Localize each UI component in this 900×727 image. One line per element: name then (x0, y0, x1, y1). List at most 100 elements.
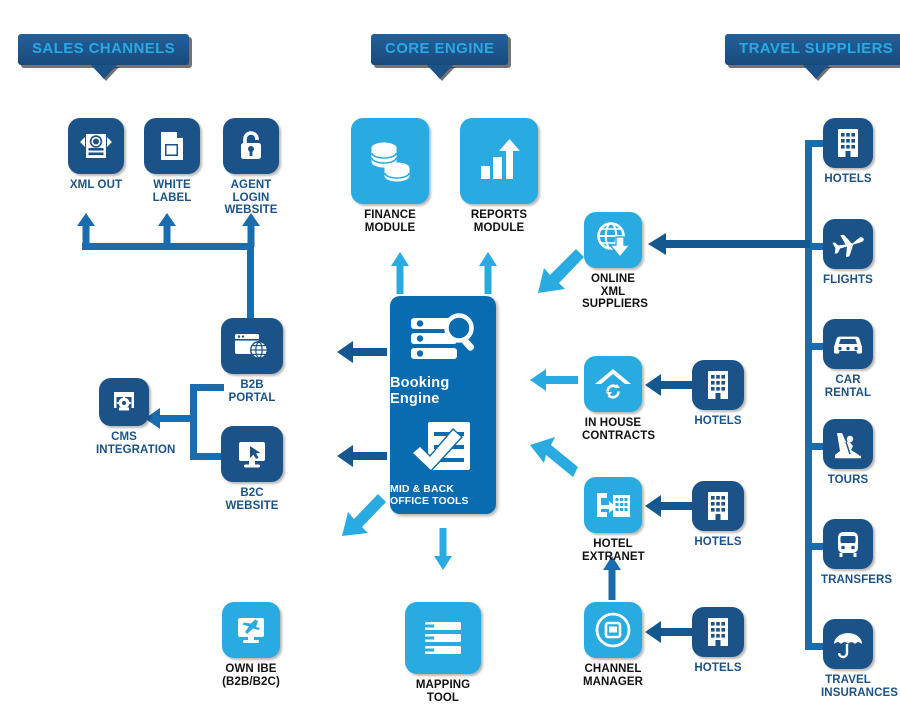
node-label: B2B PORTAL (228, 379, 276, 404)
hotel-building-icon (692, 360, 744, 410)
banner-plate: SALES CHANNELS (18, 34, 190, 79)
airplane-icon (823, 219, 873, 269)
b2b-portal-icon (221, 318, 283, 374)
supplier-car-rental[interactable]: CAR RENTAL (821, 319, 875, 399)
arrow-left-hotels-to-hotel-extranet (645, 495, 693, 517)
node-label: IN HOUSE CONTRACTS (582, 417, 656, 442)
banner-label: SALES CHANNELS (32, 40, 176, 57)
arrow-up-white-label (158, 213, 176, 247)
hotel-building-icon (692, 481, 744, 531)
node-label: ONLINE XML SUPPLIERS (582, 273, 649, 310)
globe-download-icon (584, 212, 642, 268)
architecture-diagram: SALES CHANNELS CORE ENGINE TRAVEL SUPPLI… (0, 0, 900, 727)
umbrella-icon (823, 619, 873, 669)
node-finance-module[interactable]: FINANCE MODULE (348, 118, 432, 234)
arrow-left-suppliers-to-online-xml (648, 233, 810, 255)
server-search-icon (407, 312, 479, 371)
node-label: HOTELS (694, 415, 742, 427)
arrow-up-to-reports-module (479, 252, 497, 294)
arrow-up-to-finance-module (391, 252, 409, 294)
node-label: REPORTS MODULE (470, 209, 528, 234)
tours-icon (823, 419, 873, 469)
hotel-building-icon (692, 607, 744, 657)
arrow-diagonal-down-left-core (342, 494, 386, 536)
banner-core-engine: CORE ENGINE (371, 34, 509, 79)
node-b2c-website[interactable]: B2C WEBSITE (219, 426, 285, 512)
node-label: XML OUT (69, 179, 123, 191)
supplier-tours[interactable]: TOURS (821, 419, 875, 487)
node-label: CMS INTEGRATION (96, 431, 176, 456)
node-label: TRAVEL INSURANCES (821, 674, 899, 699)
node-label: MAPPING TOOL (415, 679, 471, 704)
node-hotel-extranet[interactable]: HOTEL EXTRANET (582, 477, 645, 563)
house-refresh-icon (584, 356, 642, 412)
node-mapping-tool[interactable]: MAPPING TOOL (403, 602, 483, 704)
bus-icon (823, 519, 873, 569)
white-label-icon (144, 118, 200, 174)
connector-cms-bracket-vertical (190, 384, 197, 460)
banner-pointer-icon (426, 65, 453, 79)
finance-coins-icon (351, 118, 429, 204)
node-xml-out[interactable]: XML OUT (66, 118, 126, 192)
back-office-label: MID & BACK OFFICE TOOLS (390, 483, 469, 507)
booking-engine-label: Booking Engine (390, 375, 450, 407)
node-label: HOTEL EXTRANET (582, 538, 645, 563)
channel-manager-icon (584, 602, 642, 658)
node-label: HOTELS (694, 662, 742, 674)
node-hotels-extranet[interactable]: HOTELS (690, 481, 746, 549)
checklist-document-icon (410, 419, 476, 480)
node-label: AGENT LOGIN WEBSITE (224, 179, 278, 216)
node-channel-manager[interactable]: CHANNEL MANAGER (582, 602, 644, 688)
node-label: HOTELS (694, 536, 742, 548)
connector-cms-stem (168, 415, 196, 422)
arrow-left-hotels-to-channel-manager (645, 621, 693, 643)
banner-travel-suppliers: TRAVEL SUPPLIERS (725, 34, 900, 79)
banner-label: CORE ENGINE (385, 40, 495, 57)
banner-sales-channels: SALES CHANNELS (18, 34, 190, 79)
node-own-ibe[interactable]: OWN IBE (B2B/B2C) (220, 602, 282, 688)
banner-label: TRAVEL SUPPLIERS (739, 40, 894, 57)
arrow-left-core-to-b2c (337, 445, 387, 467)
arrow-down-to-mapping-tool (434, 528, 452, 570)
node-cms-integration[interactable]: CMS INTEGRATION (96, 378, 176, 456)
arrow-left-in-house-to-core (530, 369, 578, 391)
banner-plate: TRAVEL SUPPLIERS (725, 34, 900, 79)
node-label: TRANSFERS (821, 574, 893, 586)
arrow-left-core-to-b2b (337, 341, 387, 363)
node-white-label[interactable]: WHITE LABEL (142, 118, 202, 204)
arrow-up-agent-login (242, 213, 260, 247)
node-label: HOTELS (824, 173, 872, 185)
supplier-transfers[interactable]: TRANSFERS (821, 519, 893, 587)
arrow-left-hotels-to-in-house (645, 374, 693, 396)
own-ibe-icon (222, 602, 280, 658)
arrow-diagonal-hotel-extranet-to-core (530, 437, 578, 477)
node-online-xml-suppliers[interactable]: ONLINE XML SUPPLIERS (582, 212, 649, 311)
extranet-building-icon (584, 477, 642, 533)
supplier-flights[interactable]: FLIGHTS (821, 219, 875, 287)
node-label: FINANCE MODULE (364, 209, 416, 234)
node-label: OWN IBE (B2B/B2C) (222, 663, 280, 688)
node-label: CHANNEL MANAGER (582, 663, 644, 688)
supplier-hotels[interactable]: HOTELS (821, 118, 875, 186)
node-label: TOURS (827, 474, 869, 486)
node-agent-login-website[interactable]: AGENT LOGIN WEBSITE (222, 118, 280, 217)
node-label: WHITE LABEL (152, 179, 192, 204)
node-label: CAR RENTAL (824, 374, 872, 399)
node-b2b-portal[interactable]: B2B PORTAL (219, 318, 285, 404)
b2c-website-icon (221, 426, 283, 482)
arrow-diagonal-online-xml-to-core (538, 249, 584, 293)
supplier-travel-insurances[interactable]: TRAVEL INSURANCES (821, 619, 899, 699)
agent-login-icon (223, 118, 279, 174)
node-label: B2C WEBSITE (225, 487, 279, 512)
xml-out-icon (68, 118, 124, 174)
node-hotels-channel-manager[interactable]: HOTELS (690, 607, 746, 675)
core-booking-engine-box[interactable]: Booking Engine MID & BACK OFFICE TOOLS (390, 296, 496, 514)
node-reports-module[interactable]: REPORTS MODULE (457, 118, 541, 234)
cms-integration-icon (99, 378, 149, 426)
node-hotels-in-house[interactable]: HOTELS (690, 360, 746, 428)
hotel-building-icon (823, 118, 873, 168)
node-in-house-contracts[interactable]: IN HOUSE CONTRACTS (582, 356, 656, 442)
car-icon (823, 319, 873, 369)
node-label: FLIGHTS (823, 274, 873, 286)
banner-plate: CORE ENGINE (371, 34, 509, 79)
